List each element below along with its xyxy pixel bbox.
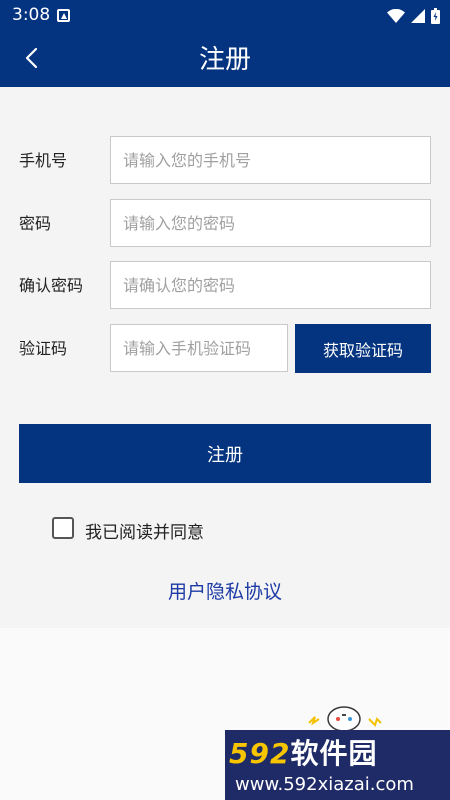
confirm-password-input[interactable] — [110, 261, 431, 309]
signal-icon — [411, 9, 425, 23]
verification-code-input[interactable] — [110, 324, 288, 372]
watermark-name: 软件园 — [290, 737, 378, 770]
register-button[interactable]: 注册 — [19, 424, 431, 483]
page-title: 注册 — [198, 45, 251, 75]
password-input[interactable] — [110, 199, 431, 247]
battery-icon — [431, 8, 440, 24]
password-label: 密码 — [19, 214, 52, 233]
phone-input[interactable] — [110, 136, 431, 184]
notification-a-icon — [57, 9, 70, 22]
privacy-policy-link[interactable]: 用户隐私协议 — [0, 577, 450, 604]
gamepad-mascot-icon — [308, 706, 382, 732]
status-icons — [387, 6, 440, 26]
watermark-logo: 592软件园 — [229, 732, 377, 772]
app-header: 3:08 注册 — [0, 0, 450, 87]
verification-label: 验证码 — [19, 339, 68, 358]
wifi-icon — [387, 9, 405, 23]
watermark-banner: 592软件园 www.592xiazai.com — [225, 730, 450, 800]
watermark-number: 592 — [229, 737, 291, 770]
agree-checkbox[interactable] — [52, 517, 74, 539]
privacy-policy-link-text[interactable]: 用户隐私协议 — [168, 581, 282, 603]
status-time: 3:08 — [12, 5, 51, 25]
phone-label: 手机号 — [19, 151, 68, 170]
agree-label: 我已阅读并同意 — [85, 523, 204, 543]
confirm-password-label: 确认密码 — [19, 276, 84, 295]
get-code-button[interactable]: 获取验证码 — [295, 324, 431, 373]
watermark-url: www.592xiazai.com — [235, 774, 414, 795]
